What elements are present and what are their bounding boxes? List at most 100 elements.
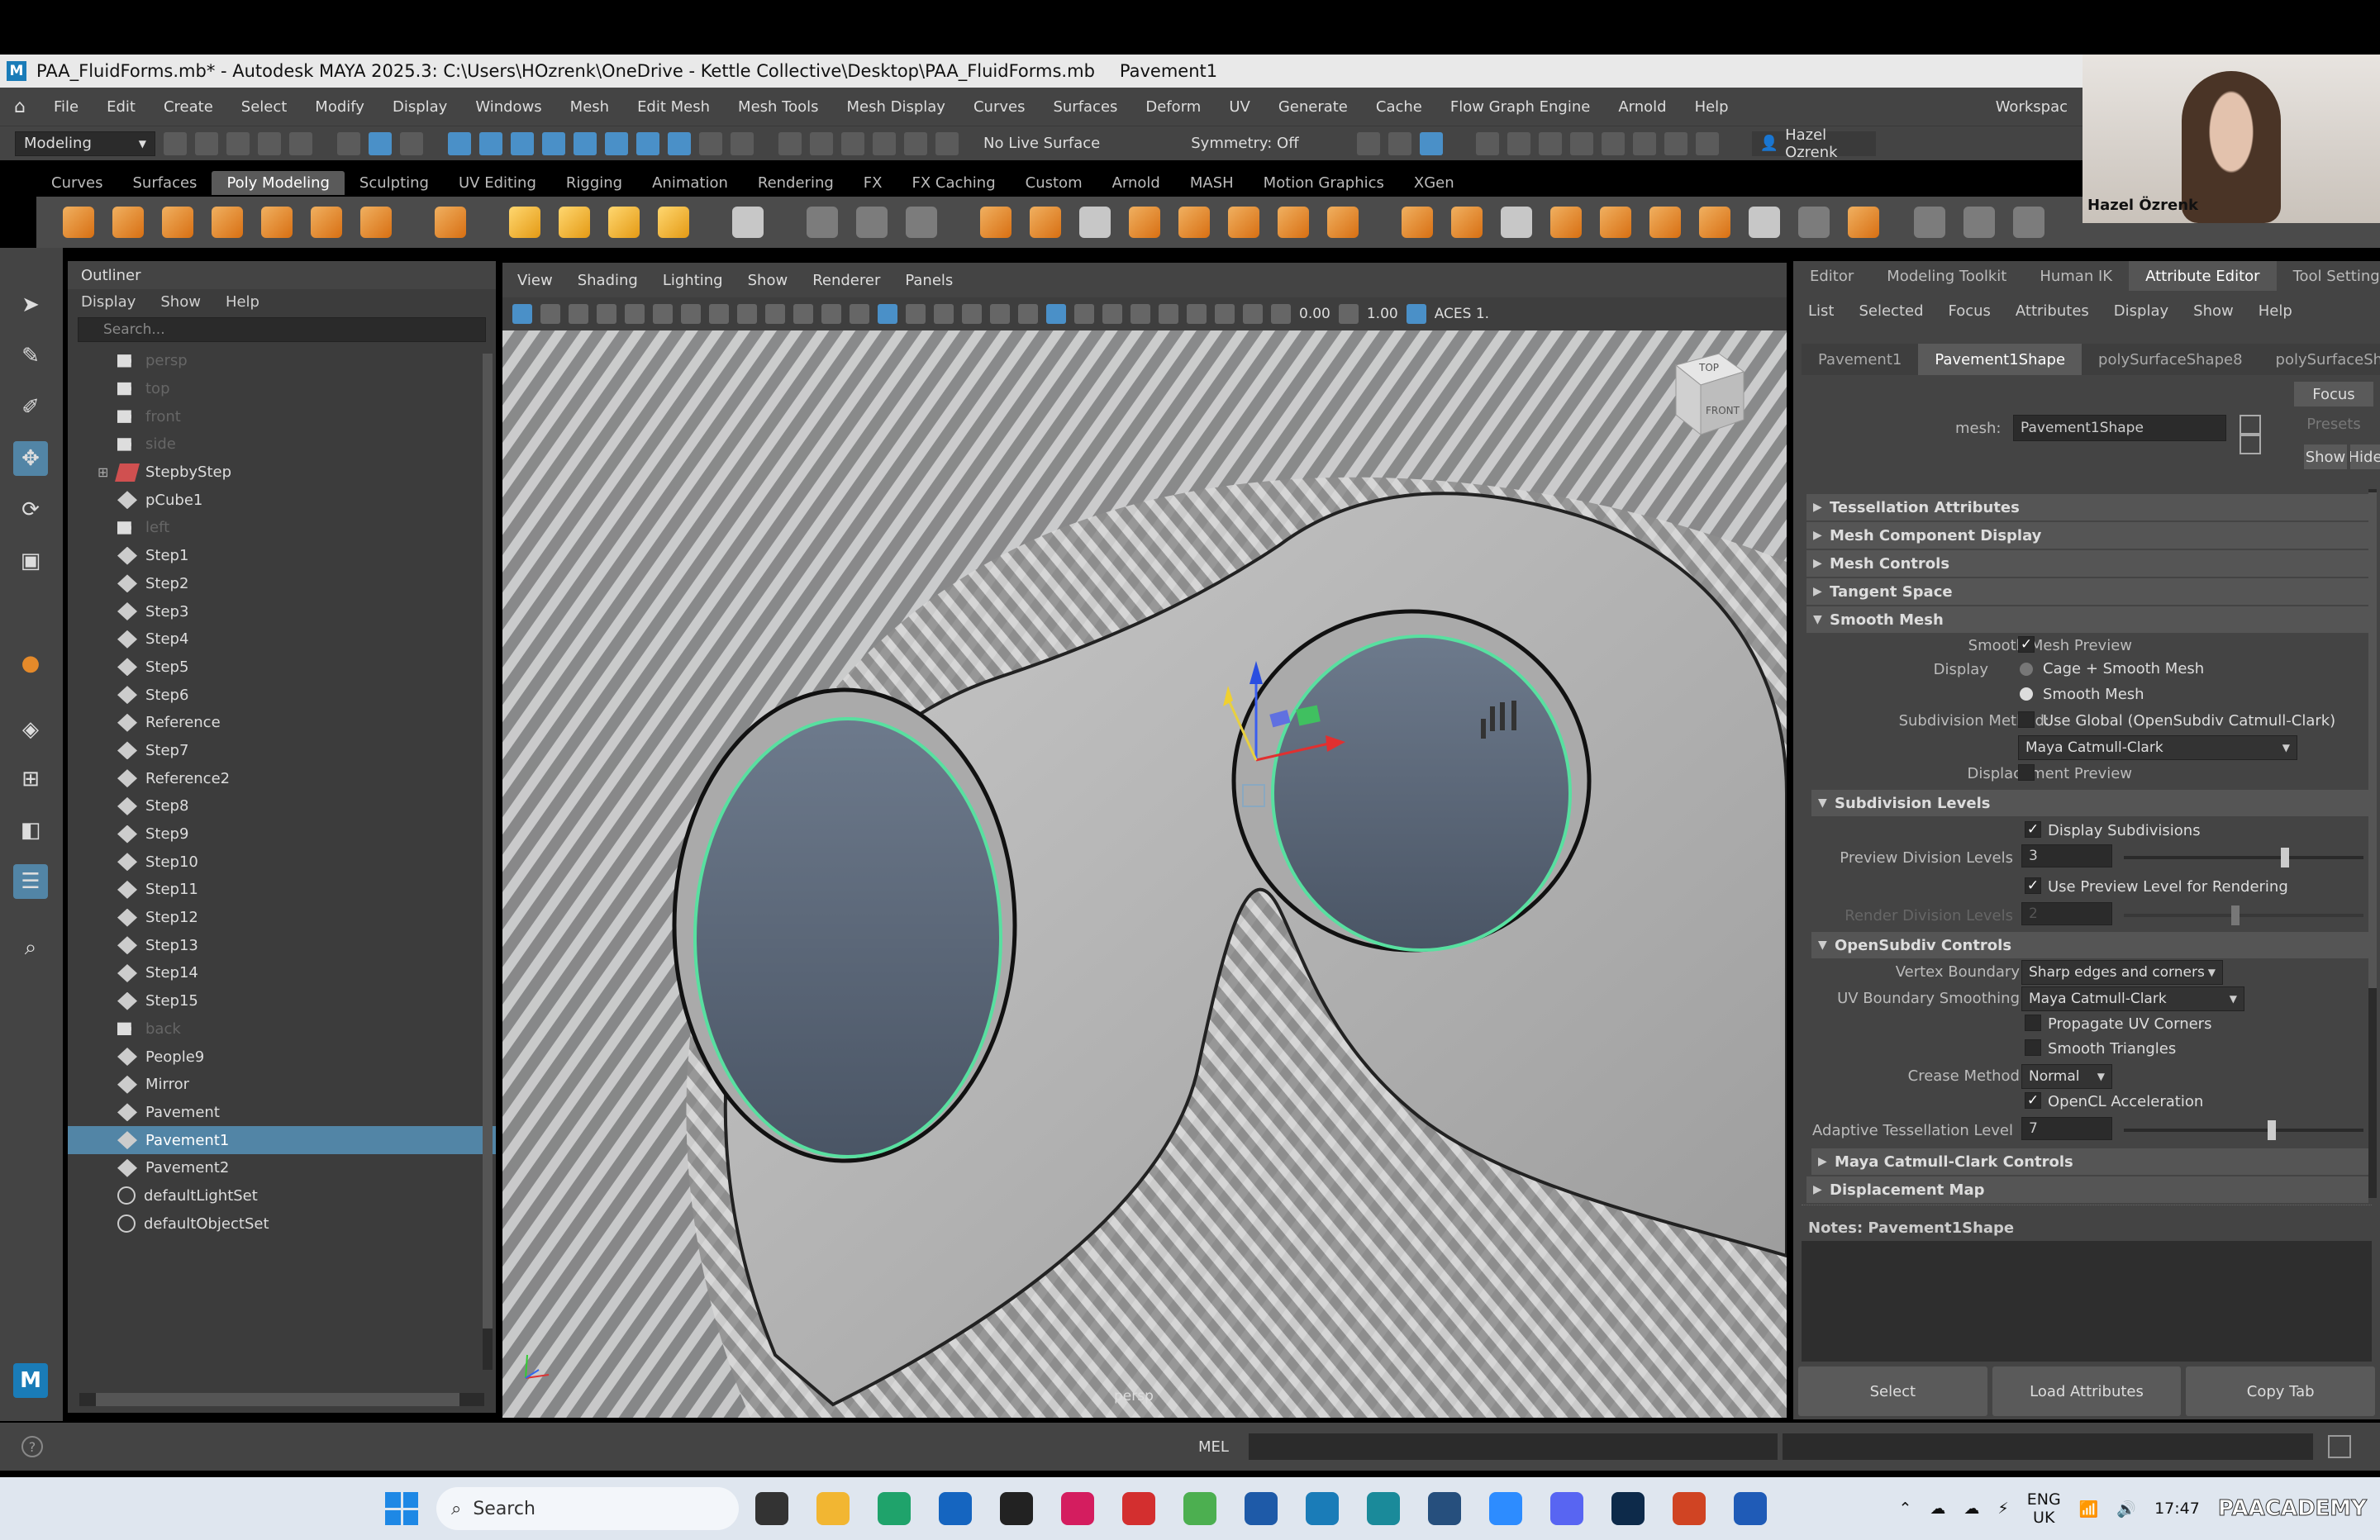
- wireframe-icon[interactable]: [850, 304, 869, 324]
- move-tool-icon[interactable]: ✥: [13, 441, 48, 476]
- gamma-icon[interactable]: [1338, 304, 1359, 324]
- menu-edit[interactable]: Edit: [93, 98, 150, 116]
- boolean-difference-icon[interactable]: [1178, 207, 1210, 238]
- snap-point-icon[interactable]: [511, 131, 534, 155]
- ae-menu-selected[interactable]: Selected: [1859, 302, 1923, 320]
- ambient-occlusion-icon[interactable]: [1046, 304, 1066, 324]
- ae-menu-list[interactable]: List: [1808, 302, 1834, 320]
- section-component-display[interactable]: ▶ Mesh Component Display: [1806, 522, 2368, 549]
- node-tab-pavement1shape[interactable]: Pavement1Shape: [1918, 344, 2082, 375]
- outliner-item[interactable]: side: [68, 430, 496, 459]
- outliner-item[interactable]: Step8: [68, 792, 496, 820]
- presets-button[interactable]: Presets: [2294, 411, 2373, 436]
- viewport-menu-renderer[interactable]: Renderer: [812, 272, 880, 289]
- render-current-icon[interactable]: [1507, 131, 1530, 155]
- menu-flow-graph-engine[interactable]: Flow Graph Engine: [1436, 98, 1604, 116]
- transfer-icon[interactable]: [856, 207, 888, 238]
- menu-windows[interactable]: Windows: [461, 98, 555, 116]
- maya-app-icon[interactable]: M: [13, 1363, 48, 1398]
- save-scene-icon[interactable]: [226, 131, 250, 155]
- onedrive-icon[interactable]: ☁: [1930, 1500, 1945, 1518]
- lasso-tool-icon[interactable]: ✎: [13, 339, 48, 373]
- outliner-item[interactable]: Step11: [68, 876, 496, 904]
- smooth-shade-icon[interactable]: [878, 304, 897, 324]
- cage-radio[interactable]: [2020, 663, 2033, 676]
- workspace-label[interactable]: Workspac: [1996, 98, 2082, 116]
- shelf-tab-rendering[interactable]: Rendering: [743, 171, 849, 195]
- channel-box-icon[interactable]: [1388, 131, 1411, 155]
- snap-live-icon[interactable]: [605, 131, 628, 155]
- undo-icon[interactable]: [258, 131, 281, 155]
- two-view-icon[interactable]: ◧: [13, 813, 48, 848]
- separate-icon[interactable]: [1030, 207, 1061, 238]
- render-view-icon[interactable]: [1475, 131, 1499, 155]
- outliner-item[interactable]: Step6: [68, 681, 496, 709]
- outliner-item[interactable]: Step3: [68, 597, 496, 625]
- viewport-menu-panels[interactable]: Panels: [905, 272, 953, 289]
- shelf-tab-rigging[interactable]: Rigging: [551, 171, 637, 195]
- ipr-icon[interactable]: [1538, 131, 1562, 155]
- svg-tool-icon[interactable]: [658, 207, 689, 238]
- outliner-layout-icon[interactable]: ☰: [13, 864, 48, 899]
- rotate-tool-icon[interactable]: ⟳: [13, 492, 48, 527]
- attr-vscroll[interactable]: [2368, 489, 2377, 1198]
- uv-smoothing-dropdown[interactable]: Maya Catmull-Clark: [2021, 986, 2244, 1011]
- snap-face-icon[interactable]: [668, 131, 691, 155]
- counter-icon[interactable]: [906, 207, 937, 238]
- xray-icon[interactable]: [1187, 304, 1207, 324]
- sweep-mesh-icon[interactable]: [559, 207, 590, 238]
- ae-tab-modeling-toolkit[interactable]: Modeling Toolkit: [1870, 268, 2023, 285]
- poly-disc-icon[interactable]: [360, 207, 392, 238]
- sculpt-tool-icon[interactable]: [1914, 207, 1945, 238]
- menu-uv[interactable]: UV: [1215, 98, 1264, 116]
- word-icon[interactable]: [1734, 1492, 1767, 1525]
- select-component-icon[interactable]: [400, 131, 423, 155]
- xray-components-icon[interactable]: [1243, 304, 1263, 324]
- poly-cylinder-icon[interactable]: [162, 207, 193, 238]
- shelf-tab-fx-caching[interactable]: FX Caching: [897, 171, 1010, 195]
- indesign-icon[interactable]: [1061, 1492, 1094, 1525]
- shadows-icon[interactable]: [1018, 304, 1038, 324]
- poly-torus-icon[interactable]: [261, 207, 293, 238]
- outliner-search[interactable]: Search...: [78, 317, 486, 342]
- grid-tool-icon[interactable]: [732, 207, 764, 238]
- fill-hole-icon[interactable]: [1600, 207, 1631, 238]
- combine-icon[interactable]: [980, 207, 1011, 238]
- shelf-tab-custom[interactable]: Custom: [1011, 171, 1097, 195]
- safe-action-icon[interactable]: [821, 304, 841, 324]
- viewport-menu-show[interactable]: Show: [748, 272, 788, 289]
- outliner-item[interactable]: Step14: [68, 959, 496, 987]
- menu-display[interactable]: Display: [378, 98, 461, 116]
- edge-icon[interactable]: [878, 1492, 911, 1525]
- shelf-tab-xgen[interactable]: XGen: [1399, 171, 1469, 195]
- notes-textarea[interactable]: [1802, 1241, 2372, 1362]
- render-frame-icon[interactable]: [873, 131, 896, 155]
- search-tool-icon[interactable]: ⌕: [13, 930, 48, 965]
- target-weld-icon[interactable]: [1749, 207, 1780, 238]
- outliner-item[interactable]: Step10: [68, 848, 496, 876]
- motion-blur-icon[interactable]: [1074, 304, 1094, 324]
- outliner-menu-show[interactable]: Show: [160, 293, 201, 311]
- menu-select[interactable]: Select: [227, 98, 302, 116]
- network-tray-icon[interactable]: ⚡: [1997, 1500, 2008, 1518]
- pause-icon[interactable]: [1695, 131, 1719, 155]
- wifi-icon[interactable]: 📶: [2079, 1500, 2099, 1519]
- outliner-item[interactable]: Step15: [68, 987, 496, 1015]
- menu-generate[interactable]: Generate: [1264, 98, 1362, 116]
- boolean-intersect-icon[interactable]: [1228, 207, 1259, 238]
- help-icon[interactable]: ?: [21, 1436, 43, 1457]
- shelf-tab-animation[interactable]: Animation: [637, 171, 743, 195]
- poly-cube-icon[interactable]: [112, 207, 144, 238]
- isolate-select-icon[interactable]: [1159, 304, 1178, 324]
- render-levels-field[interactable]: 2: [2021, 902, 2112, 925]
- tools-icon[interactable]: [1664, 131, 1687, 155]
- mirror-icon[interactable]: [1278, 207, 1309, 238]
- acrobat-icon[interactable]: [1122, 1492, 1155, 1525]
- input-ops-icon[interactable]: [778, 131, 802, 155]
- type-tool-icon[interactable]: [608, 207, 640, 238]
- menu-curves[interactable]: Curves: [959, 98, 1039, 116]
- 3dsmax-icon[interactable]: [1367, 1492, 1400, 1525]
- colorspace-label[interactable]: ACES 1.: [1435, 306, 1489, 322]
- outliner-item[interactable]: defaultObjectSet: [68, 1210, 496, 1238]
- smooth-radio[interactable]: [2020, 687, 2033, 701]
